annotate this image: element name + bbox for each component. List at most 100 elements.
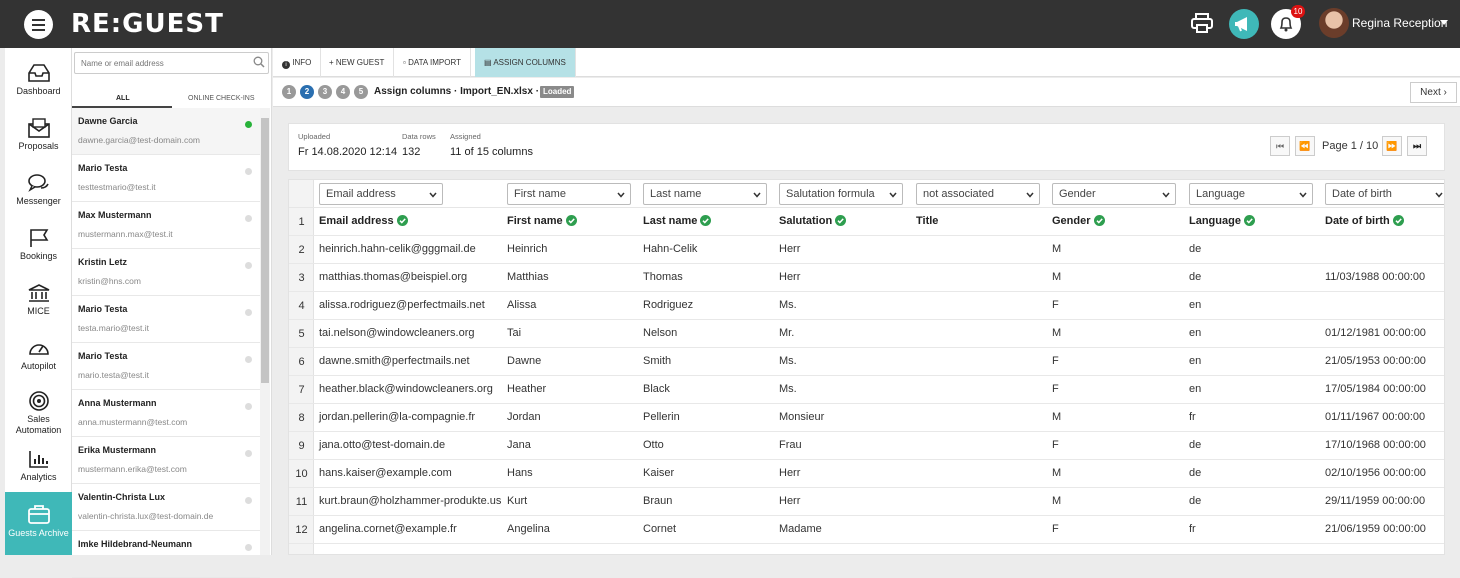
table-row[interactable]: 8 jordan.pellerin@la-compagnie.fr Jordan Pe… bbox=[289, 404, 1444, 432]
nav-label: Proposals bbox=[18, 141, 59, 151]
list-item[interactable]: Mario Testa mario.testa@test.it bbox=[72, 343, 260, 390]
column-selector-row: Email address First name Last name Salutati… bbox=[289, 180, 1444, 208]
row-number: 12 bbox=[295, 524, 308, 536]
column-select[interactable]: Last name bbox=[643, 183, 767, 205]
nav-mice[interactable]: MICE bbox=[5, 276, 72, 331]
megaphone-icon[interactable] bbox=[1229, 9, 1259, 39]
check-circle-icon bbox=[396, 215, 408, 226]
import-table: Email address First name Last name Salutati… bbox=[288, 179, 1445, 555]
tab-online-check-ins[interactable]: ONLINE CHECK-INS bbox=[188, 95, 255, 102]
column-select[interactable]: Gender bbox=[1052, 183, 1176, 205]
wizard-step[interactable]: 4 bbox=[336, 85, 350, 99]
guest-name: Dawne Garcia bbox=[78, 116, 138, 126]
table-cell: Monsieur bbox=[779, 411, 825, 423]
search-input[interactable] bbox=[74, 52, 269, 74]
column-select[interactable]: Salutation formula bbox=[779, 183, 903, 205]
guest-email: mustermann.max@test.it bbox=[78, 229, 173, 239]
table-row[interactable]: 9 jana.otto@test-domain.de Jana Otto Frau Fde… bbox=[289, 432, 1444, 460]
table-row[interactable]: 2 heinrich.hahn-celik@gggmail.de Heinrich H… bbox=[289, 236, 1444, 264]
list-item[interactable]: Mario Testa testa.mario@test.it bbox=[72, 296, 260, 343]
list-item[interactable]: Valentin-Christa Lux valentin-christa.lux… bbox=[72, 484, 260, 531]
column-select-value: Language bbox=[1196, 188, 1245, 200]
nav-dashboard[interactable]: Dashboard bbox=[5, 56, 72, 111]
wizard-step[interactable]: 3 bbox=[318, 85, 332, 99]
table-row[interactable]: 4 alissa.rodriguez@perfectmails.net Alissa… bbox=[289, 292, 1444, 320]
tab-info[interactable]: i INFO bbox=[273, 48, 322, 77]
guest-name: Mario Testa bbox=[78, 351, 128, 361]
avatar[interactable] bbox=[1319, 8, 1349, 38]
table-cell: 17/05/1984 00:00:00 bbox=[1325, 383, 1426, 395]
table-row[interactable]: 3 matthias.thomas@beispiel.org Matthias Tho… bbox=[289, 264, 1444, 292]
list-item[interactable]: Dawne Garcia dawne.garcia@test-domain.com bbox=[72, 108, 260, 155]
table-cell: F bbox=[1052, 299, 1059, 311]
messenger-icon bbox=[27, 174, 49, 192]
search-icon[interactable] bbox=[253, 56, 265, 68]
table-cell: de bbox=[1189, 243, 1202, 255]
list-item[interactable]: Kristin Letz kristin@hns.com bbox=[72, 249, 260, 296]
table-row[interactable]: 7 heather.black@windowcleaners.org Heather… bbox=[289, 376, 1444, 404]
user-name[interactable]: Regina Reception bbox=[1352, 16, 1447, 30]
tab-new-guest[interactable]: + NEW GUEST bbox=[320, 48, 395, 77]
wizard-step[interactable]: 5 bbox=[354, 85, 368, 99]
analytics-icon bbox=[28, 451, 48, 468]
next-page-icon[interactable]: ⏩ bbox=[1382, 136, 1402, 156]
table-cell: 21/05/1953 00:00:00 bbox=[1325, 355, 1426, 367]
column-select[interactable]: Date of birth bbox=[1325, 183, 1444, 205]
check-circle-icon bbox=[1093, 215, 1105, 226]
list-item[interactable]: Max Mustermann mustermann.max@test.it bbox=[72, 202, 260, 249]
table-row[interactable]: 12 angelina.cornet@example.fr Angelina Corn… bbox=[289, 516, 1444, 544]
check-circle-icon bbox=[700, 215, 712, 226]
tab-assign-columns[interactable]: ▤ ASSIGN COLUMNS bbox=[475, 48, 576, 77]
tab-all[interactable]: ALL bbox=[116, 95, 130, 102]
table-row[interactable]: 6 dawne.smith@perfectmails.net Dawne Smith M… bbox=[289, 348, 1444, 376]
column-select[interactable]: Email address bbox=[319, 183, 443, 205]
column-select[interactable]: Language bbox=[1189, 183, 1313, 205]
list-item[interactable]: Mario Testa testtestmario@test.it bbox=[72, 155, 260, 202]
nav-label: Autopilot bbox=[20, 361, 57, 371]
nav-autopilot[interactable]: Autopilot bbox=[5, 331, 72, 386]
nav-guests-archive[interactable]: Guests Archive bbox=[5, 492, 72, 555]
column-select[interactable]: not associated bbox=[916, 183, 1040, 205]
nav-bookings[interactable]: Bookings bbox=[5, 221, 72, 276]
print-icon[interactable] bbox=[1191, 13, 1213, 38]
previous-page-icon[interactable]: ⏪ bbox=[1295, 136, 1315, 156]
table-cell: Rodriguez bbox=[643, 299, 694, 311]
table-cell: de bbox=[1189, 467, 1202, 479]
next-button[interactable]: Next › bbox=[1410, 82, 1457, 103]
column-select-value: Date of birth bbox=[1332, 188, 1392, 200]
table-cell: de bbox=[1189, 495, 1202, 507]
menu-icon[interactable] bbox=[24, 10, 53, 39]
scrollbar-thumb[interactable] bbox=[261, 118, 269, 383]
last-page-icon[interactable]: ⏭ bbox=[1407, 136, 1427, 156]
autopilot-icon bbox=[28, 344, 49, 355]
table-cell: F bbox=[1052, 523, 1059, 535]
nav-analytics[interactable]: Analytics bbox=[5, 442, 72, 497]
page-title: Assign columns · Import_EN.xlsx · bbox=[374, 86, 540, 97]
uploaded-label: Uploaded bbox=[298, 132, 331, 141]
columns-icon: ▤ bbox=[484, 58, 492, 67]
list-item[interactable]: Anna Mustermann anna.mustermann@test.com bbox=[72, 390, 260, 437]
table-cell: heather.black@windowcleaners.org bbox=[319, 383, 493, 395]
chevron-down-icon[interactable] bbox=[1440, 20, 1448, 25]
column-select[interactable]: First name bbox=[507, 183, 631, 205]
assigned-label: Assigned bbox=[450, 132, 481, 141]
nav-proposals[interactable]: Proposals bbox=[5, 111, 72, 166]
nav-sales-automation[interactable]: Sales Automation bbox=[5, 384, 72, 442]
table-cell: Ms. bbox=[779, 383, 797, 395]
table-row[interactable]: 10 hans.kaiser@example.com Hans Kaiser Herr M… bbox=[289, 460, 1444, 488]
wizard-step[interactable]: 2 bbox=[300, 85, 314, 99]
wizard-step[interactable]: 1 bbox=[282, 85, 296, 99]
first-page-icon[interactable]: ⏮ bbox=[1270, 136, 1290, 156]
check-circle-icon bbox=[1243, 215, 1255, 226]
nav-messenger[interactable]: Messenger bbox=[5, 166, 72, 221]
column-header: Last name bbox=[643, 215, 712, 227]
table-row[interactable]: 5 tai.nelson@windowcleaners.org Tai Nelson M… bbox=[289, 320, 1444, 348]
table-row[interactable]: 11 kurt.braun@holzhammer-produkte.us Kurt B… bbox=[289, 488, 1444, 516]
table-cell: Matthias bbox=[507, 271, 549, 283]
table-cell: en bbox=[1189, 383, 1202, 395]
table-cell: Alissa bbox=[507, 299, 537, 311]
guest-name: Erika Mustermann bbox=[78, 445, 157, 455]
list-item[interactable]: Erika Mustermann mustermann.erika@test.co… bbox=[72, 437, 260, 484]
tab-data-import[interactable]: ▫ DATA IMPORT bbox=[394, 48, 471, 77]
guest-email: anna.mustermann@test.com bbox=[78, 417, 188, 427]
